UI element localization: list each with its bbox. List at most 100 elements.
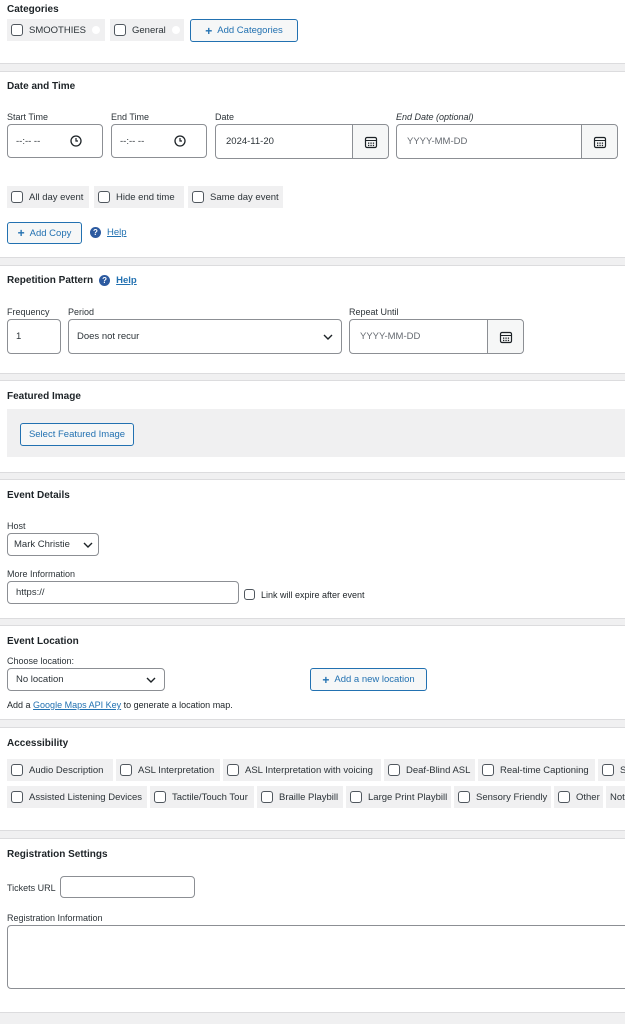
registration-info-textarea[interactable]: [7, 925, 625, 989]
date-label: Date: [215, 112, 235, 122]
categories-heading: Categories: [7, 4, 59, 15]
checkbox-icon[interactable]: [482, 764, 494, 776]
checkbox-icon[interactable]: [458, 791, 470, 803]
calendar-button[interactable]: [487, 320, 523, 353]
calendar-button[interactable]: [581, 125, 617, 158]
checkbox-icon[interactable]: [602, 764, 614, 776]
clock-icon[interactable]: [174, 135, 186, 147]
checkbox-icon[interactable]: [227, 764, 239, 776]
select-featured-image-button[interactable]: Select Featured Image: [20, 423, 134, 446]
categories-panel: Categories SMOOTHIES General + Add Categ…: [0, 0, 625, 64]
end-date-label: End Date (optional): [396, 112, 474, 122]
tickets-url-label: Tickets URL: [7, 883, 56, 893]
expire-option[interactable]: Link will expire after event: [244, 589, 365, 600]
start-time-label: Start Time: [7, 112, 49, 122]
checkbox-icon[interactable]: [192, 191, 204, 203]
access-option[interactable]: Real-time Captioning: [478, 759, 595, 781]
event-location-heading: Event Location: [7, 636, 79, 647]
category-label: SMOOTHIES: [29, 24, 87, 36]
color-dot-icon: [92, 26, 101, 34]
checkbox-icon[interactable]: [261, 791, 273, 803]
registration-info-label: Registration Information: [7, 913, 103, 923]
calendar-icon: [593, 136, 606, 148]
end-time-input[interactable]: --:-- --: [111, 124, 207, 158]
end-date-input[interactable]: YYYY-MM-DD: [396, 124, 618, 159]
end-time-label: End Time: [111, 112, 150, 122]
access-option[interactable]: Audio Description: [7, 759, 113, 781]
plus-icon: +: [322, 672, 330, 687]
help-icon: ?: [99, 275, 111, 286]
more-info-label: More Information: [7, 569, 76, 579]
checkbox-icon[interactable]: [388, 764, 400, 776]
checkbox-icon[interactable]: [350, 791, 362, 803]
choose-location-label: Choose location:: [7, 656, 75, 666]
access-option[interactable]: ASL Interpretation: [116, 759, 220, 781]
access-option[interactable]: Deaf-Blind ASL: [384, 759, 475, 781]
calendar-icon: [499, 331, 512, 343]
chevron-down-icon: [146, 677, 156, 683]
plus-icon: +: [17, 226, 25, 240]
calendar-icon: [364, 136, 377, 148]
access-option[interactable]: Braille Playbill: [257, 786, 343, 808]
event-details-heading: Event Details: [7, 490, 70, 501]
category-label: General: [132, 24, 166, 36]
repetition-heading: Repetition Pattern: [7, 275, 94, 286]
accessibility-panel: Accessibility Audio Description ASL Inte…: [0, 727, 625, 831]
repeat-until-input[interactable]: YYYY-MM-DD: [349, 319, 524, 354]
checkbox-icon[interactable]: [154, 791, 166, 803]
repetition-help-link[interactable]: Help: [116, 275, 137, 286]
access-option[interactable]: Large Print Playbill: [346, 786, 451, 808]
frequency-input[interactable]: 1: [7, 319, 61, 354]
plus-icon: +: [205, 23, 213, 38]
location-note: Add a Google Maps API Key to generate a …: [7, 700, 233, 710]
tickets-url-input[interactable]: [60, 876, 195, 898]
registration-heading: Registration Settings: [7, 849, 108, 860]
checkbox-icon[interactable]: [98, 191, 110, 203]
date-time-panel: Date and Time Start Time --:-- -- End Ti…: [0, 71, 625, 258]
repetition-header: Repetition Pattern ? Help: [7, 275, 137, 286]
access-option[interactable]: Tactile/Touch Tour: [150, 786, 254, 808]
chevron-down-icon: [323, 334, 333, 340]
checkbox-icon[interactable]: [11, 791, 23, 803]
access-option[interactable]: Not: [606, 786, 625, 808]
checkbox-icon[interactable]: [11, 191, 23, 203]
host-label: Host: [7, 521, 26, 531]
add-location-button[interactable]: + Add a new location: [310, 668, 427, 691]
registration-panel: Registration Settings Tickets URL Regist…: [0, 838, 625, 1013]
start-time-input[interactable]: --:-- --: [7, 124, 103, 158]
help-link[interactable]: ? Help: [90, 227, 127, 238]
access-option[interactable]: Sensory Friendly: [454, 786, 551, 808]
option-same-day[interactable]: Same day event: [188, 186, 283, 208]
google-maps-api-key-link[interactable]: Google Maps API Key: [33, 700, 121, 710]
option-hide-end-time[interactable]: Hide end time: [94, 186, 184, 208]
repetition-panel: Repetition Pattern ? Help Frequency 1 Pe…: [0, 265, 625, 374]
period-select[interactable]: Does not recur: [68, 319, 342, 354]
checkbox-icon[interactable]: [558, 791, 570, 803]
access-option[interactable]: Other: [554, 786, 603, 808]
access-option[interactable]: S: [598, 759, 625, 781]
more-info-input[interactable]: https://: [7, 581, 239, 604]
add-copy-button[interactable]: + Add Copy: [7, 222, 82, 244]
checkbox-icon[interactable]: [244, 589, 255, 600]
checkbox-icon[interactable]: [11, 24, 23, 36]
checkbox-icon[interactable]: [120, 764, 132, 776]
accessibility-heading: Accessibility: [7, 738, 69, 749]
access-option[interactable]: Assisted Listening Devices: [7, 786, 147, 808]
category-smoothies[interactable]: SMOOTHIES: [7, 19, 105, 41]
location-select[interactable]: No location: [7, 668, 165, 691]
checkbox-icon[interactable]: [114, 24, 126, 36]
add-categories-button[interactable]: + Add Categories: [190, 19, 298, 42]
calendar-button[interactable]: [352, 125, 388, 158]
date-input[interactable]: 2024-11-20: [215, 124, 389, 159]
frequency-label: Frequency: [7, 307, 50, 317]
help-icon: ?: [90, 227, 101, 238]
featured-image-heading: Featured Image: [7, 391, 81, 402]
category-general[interactable]: General: [110, 19, 184, 41]
color-dot-icon: [171, 26, 180, 34]
option-all-day[interactable]: All day event: [7, 186, 89, 208]
featured-image-panel: Featured Image Select Featured Image: [0, 380, 625, 473]
clock-icon[interactable]: [70, 135, 82, 147]
host-select[interactable]: Mark Christie: [7, 533, 99, 556]
access-option[interactable]: ASL Interpretation with voicing: [223, 759, 381, 781]
checkbox-icon[interactable]: [11, 764, 23, 776]
